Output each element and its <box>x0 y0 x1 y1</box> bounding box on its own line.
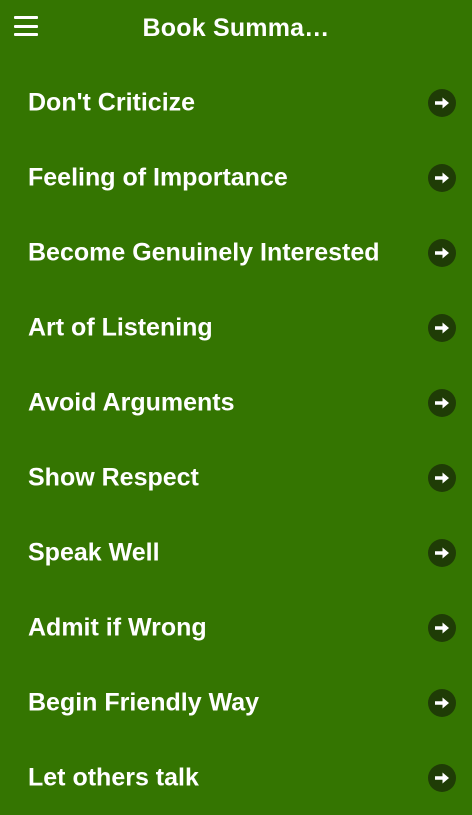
list-item[interactable]: Show Respect <box>0 440 472 515</box>
list-item[interactable]: Let others talk <box>0 740 472 815</box>
arrow-right-circle-icon[interactable] <box>428 763 456 792</box>
list-item[interactable]: Become Genuinely Interested <box>0 215 472 290</box>
arrow-right-circle-icon[interactable] <box>428 613 456 642</box>
arrow-right-circle-icon[interactable] <box>428 88 456 117</box>
app-bar: Book Summa… <box>0 0 472 62</box>
page-title: Book Summa… <box>142 14 330 42</box>
arrow-right-circle-icon[interactable] <box>428 163 456 192</box>
chapter-list: Don't Criticize Feeling of Importance Be… <box>0 65 472 815</box>
list-item[interactable]: Admit if Wrong <box>0 590 472 665</box>
arrow-right-circle-icon[interactable] <box>428 688 456 717</box>
list-item-label: Avoid Arguments <box>28 388 235 416</box>
list-item-label: Speak Well <box>28 538 160 566</box>
list-item-label: Don't Criticize <box>28 88 196 116</box>
arrow-right-circle-icon[interactable] <box>428 388 456 417</box>
list-item[interactable]: Don't Criticize <box>0 65 472 140</box>
arrow-right-circle-icon[interactable] <box>428 313 456 342</box>
list-item[interactable]: Avoid Arguments <box>0 365 472 440</box>
list-item-label: Admit if Wrong <box>28 613 207 641</box>
list-item-label: Feeling of Importance <box>28 163 288 191</box>
list-item[interactable]: Begin Friendly Way <box>0 665 472 740</box>
list-item-label: Become Genuinely Interested <box>28 238 380 266</box>
list-item-label: Show Respect <box>28 463 199 491</box>
list-item[interactable]: Speak Well <box>0 515 472 590</box>
arrow-right-circle-icon[interactable] <box>428 238 456 267</box>
list-item[interactable]: Feeling of Importance <box>0 140 472 215</box>
list-item-label: Art of Listening <box>28 313 213 341</box>
list-item-label: Let others talk <box>28 763 199 791</box>
arrow-right-circle-icon[interactable] <box>428 538 456 567</box>
list-item-label: Begin Friendly Way <box>28 688 260 716</box>
list-item[interactable]: Art of Listening <box>0 290 472 365</box>
arrow-right-circle-icon[interactable] <box>428 463 456 492</box>
